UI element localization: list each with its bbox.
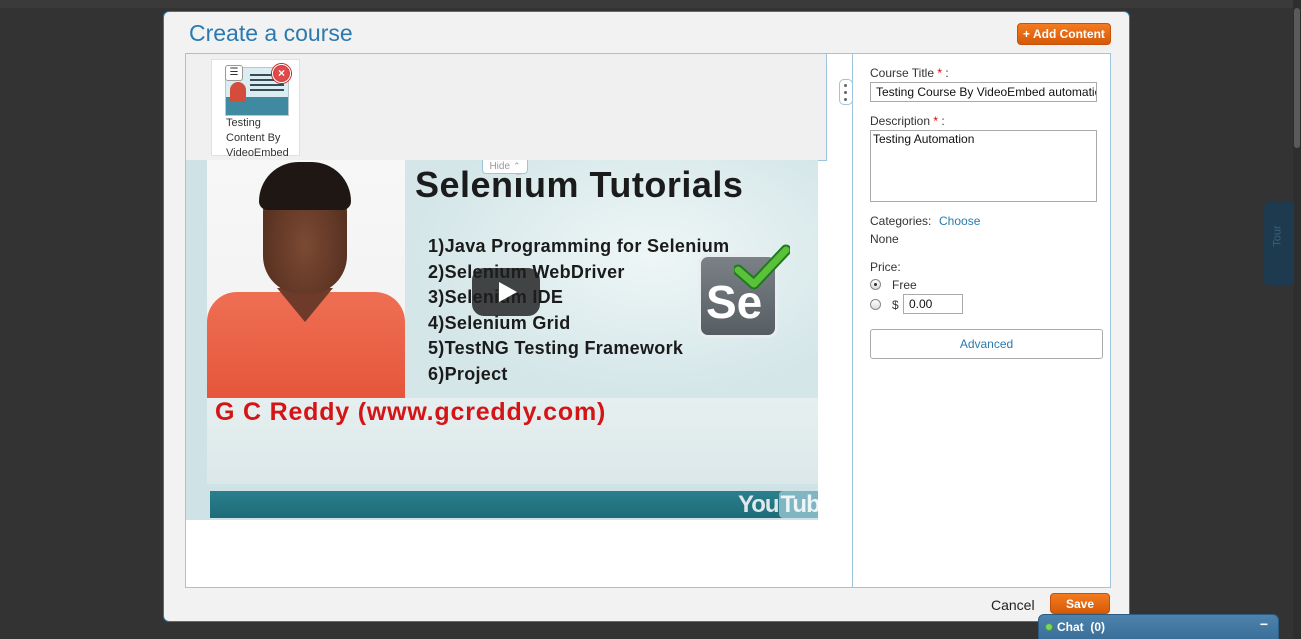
page-scrollbar-thumb[interactable] [1294, 8, 1300, 148]
description-label: Description * : [870, 114, 945, 128]
create-course-dialog: Create a course + Add Content ☰ × Testin… [163, 11, 1130, 622]
thumbnail-person [230, 82, 246, 102]
choose-categories-link[interactable]: Choose [939, 214, 980, 228]
page-backdrop-top [0, 0, 1301, 8]
tray-item[interactable]: ☰ × Testing Content By VideoEmbed [211, 59, 300, 156]
slide-topic: 4)Selenium Grid [428, 312, 571, 333]
play-icon[interactable] [472, 268, 540, 316]
course-title-label: Course Title * : [870, 66, 949, 80]
hide-tray-toggle[interactable]: Hide ⌃ [482, 160, 528, 174]
minimize-icon[interactable]: − [1260, 616, 1268, 632]
youtube-logo-you: You [738, 491, 780, 518]
tour-tab-label: Tour [1271, 225, 1284, 247]
categories-value: None [870, 232, 899, 246]
label-colon: : [938, 114, 945, 128]
description-textarea[interactable]: Testing Automation [870, 130, 1097, 202]
course-title-label-text: Course Title [870, 66, 935, 80]
cancel-button[interactable]: Cancel [991, 597, 1035, 613]
price-free-radio[interactable] [870, 279, 881, 290]
course-properties-panel: Course Title * : Testing Course By Video… [870, 54, 1110, 584]
tour-tab[interactable]: Tour [1264, 202, 1294, 286]
label-colon: : [942, 66, 949, 80]
course-editor-frame: ☰ × Testing Content By VideoEmbed Hide ⌃ … [185, 53, 1111, 588]
youtube-logo-tube: Tube [778, 491, 818, 518]
panel-divider [852, 54, 853, 587]
remove-icon[interactable]: × [272, 64, 291, 83]
slide-topic: 1)Java Programming for Selenium [428, 236, 730, 256]
dialog-title: Create a course [189, 20, 353, 46]
price-free-label: Free [892, 278, 917, 292]
youtube-logo[interactable]: YouTube [738, 491, 818, 518]
double-chevron-up-icon: ⌃ [513, 161, 521, 171]
add-content-button[interactable]: + Add Content [1017, 23, 1111, 45]
chat-bar[interactable]: Chat (0) − [1038, 614, 1279, 639]
presenter-photo [207, 160, 405, 398]
chat-label-text: Chat [1057, 620, 1084, 634]
page-scrollbar[interactable] [1293, 0, 1301, 639]
handle-dot [844, 84, 847, 87]
video-bottom-bar [210, 491, 818, 518]
hide-tray-label: Hide [489, 161, 511, 172]
currency-symbol: $ [892, 298, 899, 312]
price-paid-radio[interactable] [870, 299, 881, 310]
video-embed-player[interactable]: Selenium Tutorials 1)Java Programming fo… [186, 160, 818, 520]
panel-resize-handle[interactable] [839, 79, 853, 105]
slide-title: Selenium Tutorials [415, 164, 744, 205]
checkmark-icon [734, 244, 790, 290]
online-status-icon [1045, 623, 1053, 631]
content-tray: ☰ × Testing Content By VideoEmbed [186, 54, 827, 161]
save-button[interactable]: Save [1050, 593, 1110, 614]
price-label: Price: [870, 260, 901, 274]
chat-label: Chat (0) [1057, 620, 1105, 634]
categories-label: Categories: [870, 214, 932, 228]
handle-dot [844, 91, 847, 94]
slide-topic: 5)TestNG Testing Framework [428, 338, 684, 358]
menu-icon[interactable]: ☰ [225, 65, 243, 81]
presenter-hair [259, 162, 351, 210]
handle-dot [844, 98, 847, 101]
description-label-text: Description [870, 114, 931, 128]
slide-topic: 6)Project [428, 363, 508, 384]
price-input[interactable]: 0.00 [903, 294, 963, 314]
course-title-input[interactable]: Testing Course By VideoEmbed automation [870, 82, 1097, 102]
advanced-button[interactable]: Advanced [870, 329, 1103, 359]
tray-item-label: Testing Content By VideoEmbed [226, 117, 288, 156]
chat-count: (0) [1090, 620, 1106, 634]
slide-subtitle: G C Reddy (www.gcreddy.com) [215, 398, 607, 426]
